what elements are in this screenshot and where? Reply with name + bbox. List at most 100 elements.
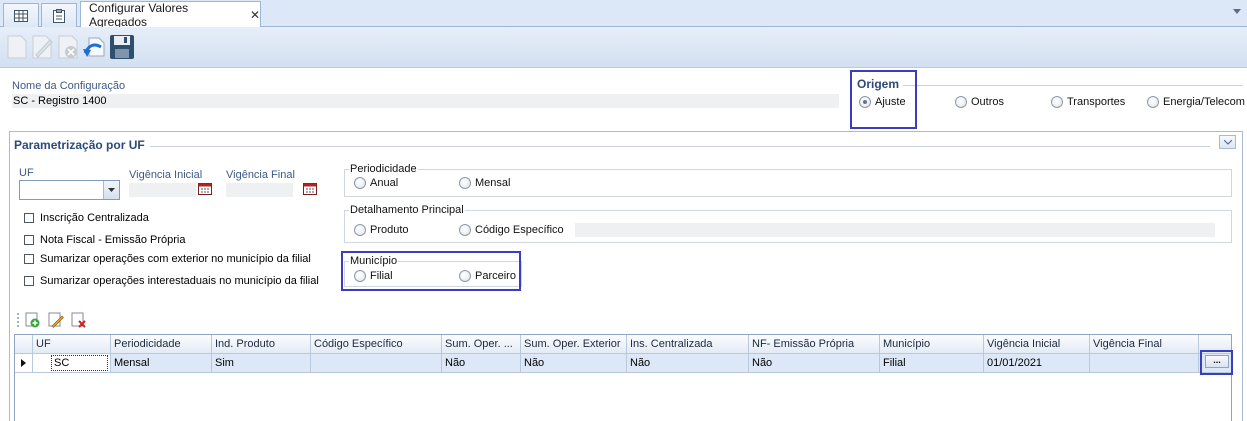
codigo-especifico-field[interactable] xyxy=(575,223,1215,237)
grid-header-row: UF Periodicidade Ind. Produto Código Esp… xyxy=(15,335,1231,354)
delete-icon xyxy=(58,35,78,59)
save-icon xyxy=(110,35,134,59)
config-name-field[interactable]: SC - Registro 1400 xyxy=(12,94,839,108)
new-document-icon xyxy=(7,35,27,59)
clipboard-icon xyxy=(53,8,65,23)
radio-unselected-icon xyxy=(1051,96,1063,108)
edit-button[interactable] xyxy=(30,33,56,61)
checkbox-icon xyxy=(24,213,34,223)
column-header[interactable]: Ind. Produto xyxy=(212,335,311,354)
vigencia-final-label: Vigência Final xyxy=(226,169,295,181)
radio-unselected-icon xyxy=(1147,96,1159,108)
cell-sum-oper-exterior[interactable]: Não xyxy=(521,354,627,373)
save-button[interactable] xyxy=(109,33,135,61)
column-header[interactable]: Município xyxy=(880,335,984,354)
highlight-box-municipio xyxy=(341,251,521,291)
checkbox-inscricao-centralizada[interactable]: Inscrição Centralizada xyxy=(24,212,149,224)
checkbox-icon xyxy=(24,276,34,286)
highlight-box-ellipsis xyxy=(1200,350,1233,375)
radio-produto[interactable]: Produto xyxy=(354,224,409,236)
undo-button[interactable] xyxy=(82,33,108,61)
collapse-button[interactable] xyxy=(1219,135,1236,149)
edit-icon xyxy=(32,35,53,59)
toolbar xyxy=(0,27,1247,68)
delete-row-button[interactable] xyxy=(71,312,87,328)
radio-outros[interactable]: Outros xyxy=(955,96,1004,108)
radio-transportes[interactable]: Transportes xyxy=(1051,96,1125,108)
vigencia-inicial-field[interactable] xyxy=(129,183,196,197)
column-header[interactable]: Vigência Final xyxy=(1090,335,1199,354)
calendar-icon[interactable] xyxy=(303,181,317,195)
column-header[interactable]: Código Específico xyxy=(311,335,442,354)
periodicidade-legend: Periodicidade xyxy=(349,163,418,175)
origem-divider xyxy=(903,85,1243,86)
table-row[interactable]: SC Mensal Sim Não Não Não Não Filial 01/… xyxy=(15,354,1231,373)
radio-anual[interactable]: Anual xyxy=(354,177,398,189)
radio-unselected-icon xyxy=(354,224,366,236)
undo-icon xyxy=(83,37,105,57)
vigencia-inicial-label: Vigência Inicial xyxy=(129,169,203,181)
radio-codigo-especifico[interactable]: Código Específico xyxy=(459,224,564,236)
uf-label: UF xyxy=(19,167,34,179)
dropdown-button[interactable] xyxy=(103,181,119,199)
checkbox-sumarizar-exterior[interactable]: Sumarizar operações com exterior no muni… xyxy=(24,253,311,265)
group-title-divider xyxy=(150,146,1210,147)
row-pointer-icon xyxy=(21,359,26,367)
column-header[interactable]: Periodicidade xyxy=(111,335,212,354)
valores-grid: UF Periodicidade Ind. Produto Código Esp… xyxy=(14,334,1232,421)
radio-energia-telecom[interactable]: Energia/Telecom xyxy=(1147,96,1245,108)
radio-unselected-icon xyxy=(459,224,471,236)
tab-clipboard[interactable] xyxy=(41,3,77,27)
grid-icon xyxy=(14,9,28,22)
cell-ind-produto[interactable]: Sim xyxy=(212,354,311,373)
close-icon[interactable]: ✕ xyxy=(250,8,260,22)
checkbox-sumarizar-interestaduais[interactable]: Sumarizar operações interestaduais no mu… xyxy=(24,275,319,287)
column-header[interactable]: Sum. Oper. Exterior xyxy=(521,335,627,354)
vigencia-final-field[interactable] xyxy=(226,183,293,197)
delete-button[interactable] xyxy=(57,33,83,61)
chevron-down-icon xyxy=(108,188,115,192)
edit-row-button[interactable] xyxy=(48,312,64,328)
radio-unselected-icon xyxy=(459,177,471,189)
cell-vigencia-inicial[interactable]: 01/01/2021 xyxy=(984,354,1090,373)
cell-sum-oper[interactable]: Não xyxy=(442,354,521,373)
radio-unselected-icon xyxy=(354,177,366,189)
radio-unselected-icon xyxy=(955,96,967,108)
radio-mensal[interactable]: Mensal xyxy=(459,177,510,189)
checkbox-nota-fiscal[interactable]: Nota Fiscal - Emissão Própria xyxy=(24,234,186,246)
cell-municipio[interactable]: Filial xyxy=(880,354,984,373)
tab-configurar-valores-agregados[interactable]: Configurar Valores Agregados ✕ xyxy=(80,1,261,29)
cell-nf-emissao-propria[interactable]: Não xyxy=(749,354,880,373)
cell-vigencia-final[interactable] xyxy=(1090,354,1199,373)
new-button[interactable] xyxy=(4,33,30,61)
config-name-label: Nome da Configuração xyxy=(12,80,126,92)
add-row-button[interactable] xyxy=(25,312,41,328)
checkbox-icon xyxy=(24,235,34,245)
cell-uf[interactable]: SC xyxy=(33,354,111,373)
column-header[interactable]: Ins. Centralizada xyxy=(627,335,749,354)
row-indicator xyxy=(15,354,33,373)
cell-periodicidade[interactable]: Mensal xyxy=(111,354,212,373)
tab-list-dropdown-icon[interactable] xyxy=(1233,9,1241,14)
cell-uf-value: SC xyxy=(51,355,108,371)
cell-ins-centralizada[interactable]: Não xyxy=(627,354,749,373)
tab-grid[interactable] xyxy=(3,3,39,27)
highlight-box-origem xyxy=(850,70,917,129)
grid-header-indicator xyxy=(15,335,33,354)
checkbox-icon xyxy=(24,254,34,264)
column-header[interactable]: UF xyxy=(33,335,111,354)
grid-toolbar-grip xyxy=(17,313,19,327)
column-header[interactable]: Vigência Inicial xyxy=(984,335,1090,354)
edit-row-icon xyxy=(48,312,64,328)
tab-bar: Configurar Valores Agregados ✕ xyxy=(0,0,1247,29)
delete-row-icon xyxy=(71,312,86,328)
uf-combobox[interactable] xyxy=(19,180,120,200)
chevron-down-icon xyxy=(1223,139,1232,145)
detalhamento-legend: Detalhamento Principal xyxy=(349,204,465,216)
cell-codigo-especifico[interactable] xyxy=(311,354,442,373)
column-header[interactable]: Sum. Oper. ... xyxy=(442,335,521,354)
add-row-icon xyxy=(25,312,40,328)
column-header[interactable]: NF- Emissão Própria xyxy=(749,335,880,354)
tab-label: Configurar Valores Agregados xyxy=(89,1,189,29)
calendar-icon[interactable] xyxy=(198,181,212,195)
